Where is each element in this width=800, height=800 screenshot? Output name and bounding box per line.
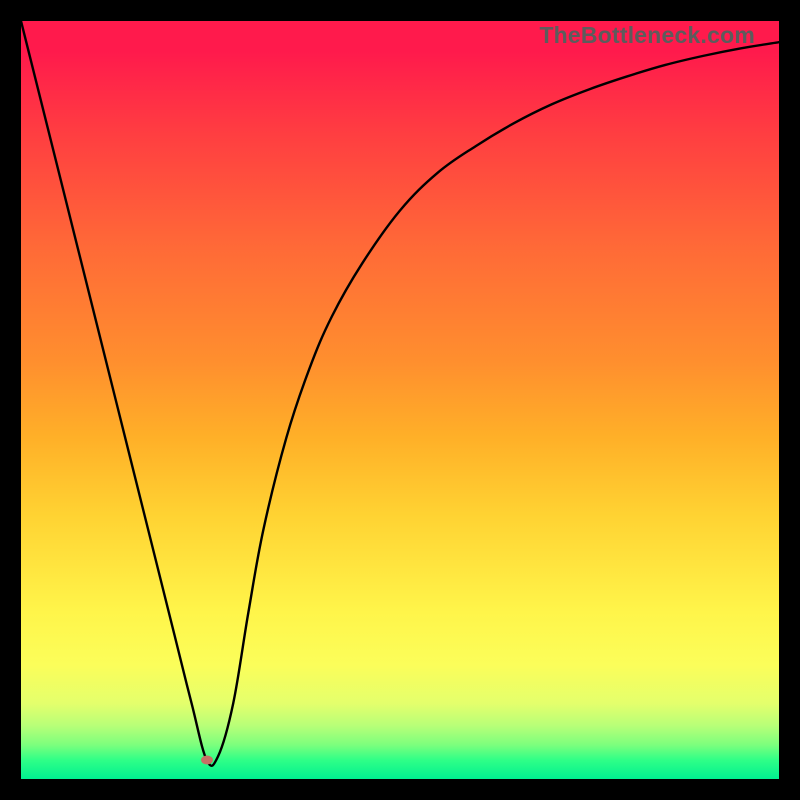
plot-area: TheBottleneck.com bbox=[21, 21, 779, 779]
chart-frame: TheBottleneck.com bbox=[0, 0, 800, 800]
bottleneck-curve bbox=[21, 21, 779, 779]
min-marker bbox=[201, 756, 213, 765]
